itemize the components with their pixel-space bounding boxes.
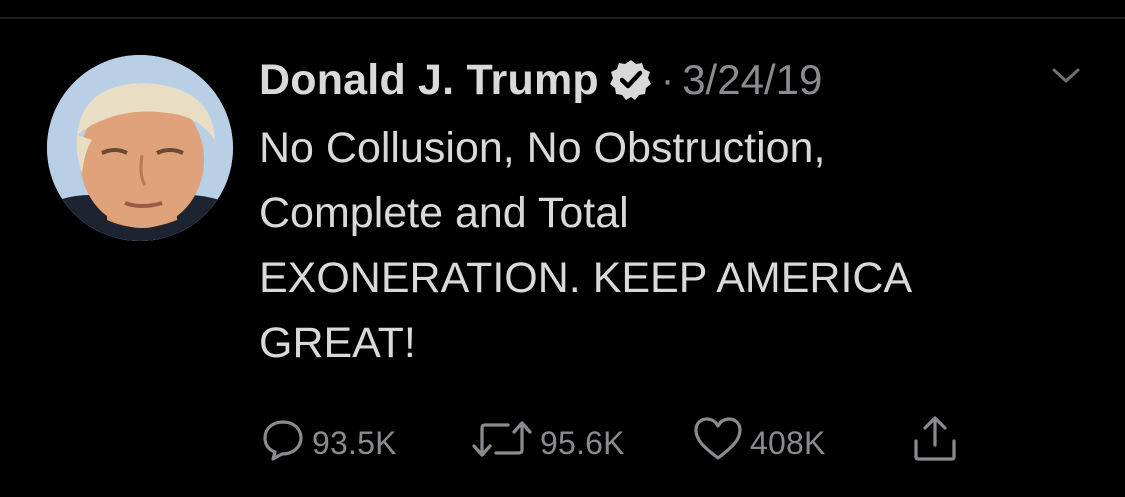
like-button[interactable]: 408K: [692, 416, 826, 470]
reply-button[interactable]: 93.5K: [260, 418, 397, 468]
tweet[interactable]: Donald J. Trump · 3/24/19 No Collusion, …: [259, 52, 1089, 376]
tweet-actions: 93.5K 95.6K 408K: [0, 415, 1125, 471]
retweet-count: 95.6K: [540, 424, 625, 461]
tweet-text: No Collusion, No Obstruction, Complete a…: [259, 124, 913, 367]
avatar-image: [47, 55, 233, 241]
like-count: 408K: [750, 424, 826, 461]
reply-bubble-icon: [260, 416, 306, 470]
share-icon: [910, 415, 960, 471]
retweet-icon: [470, 416, 534, 470]
verified-badge-icon: [609, 58, 653, 102]
avatar[interactable]: [47, 55, 233, 241]
top-divider: [0, 17, 1125, 19]
retweet-button[interactable]: 95.6K: [470, 418, 625, 468]
share-button[interactable]: [910, 415, 960, 471]
tweet-timestamp[interactable]: 3/24/19: [682, 56, 822, 104]
author-name[interactable]: Donald J. Trump: [259, 56, 599, 105]
reply-count: 93.5K: [312, 424, 397, 461]
tweet-header: Donald J. Trump · 3/24/19: [259, 52, 1089, 108]
chevron-down-icon[interactable]: [1049, 64, 1083, 88]
header-separator: ·: [660, 57, 675, 102]
heart-icon: [692, 416, 744, 470]
